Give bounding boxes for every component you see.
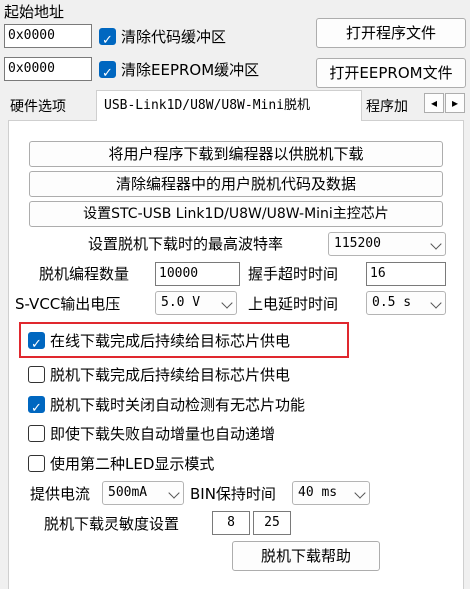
scroll-right-icon: ▸ — [451, 96, 459, 110]
tab-scroll-right-button[interactable]: ▸ — [445, 93, 465, 113]
svcc-voltage-value: 5.0 V — [161, 295, 201, 310]
checkbox-label: 使用第二种LED显示模式 — [50, 454, 215, 473]
checkbox-unchecked-icon — [28, 455, 45, 472]
checkbox-checked-icon — [99, 61, 116, 78]
sensitivity-input-1[interactable]: 8 — [212, 511, 250, 535]
set-master-chip-button[interactable]: 设置STC-USB Link1D/U8W/U8W-Mini主控芯片 — [29, 201, 443, 227]
power-on-delay-label: 上电延时时间 — [248, 295, 339, 313]
power-on-delay-select[interactable]: 0.5 s — [366, 291, 446, 315]
chevron-down-icon — [430, 297, 442, 309]
svcc-voltage-select[interactable]: 5.0 V — [155, 291, 237, 315]
checkbox-label: 即使下载失败自动增量也自动递增 — [50, 424, 276, 443]
clear-code-buffer-label: 清除代码缓冲区 — [121, 27, 227, 46]
tab-hardware-options[interactable]: 硬件选项 — [10, 96, 66, 118]
clear-code-buffer-checkbox[interactable]: 清除代码缓冲区 — [99, 26, 226, 47]
checkbox-checked-icon — [28, 332, 45, 349]
second-led-mode-checkbox[interactable]: 使用第二种LED显示模式 — [28, 453, 214, 474]
program-count-label: 脱机编程数量 — [39, 265, 130, 283]
tab-program-add[interactable]: 程序加 — [366, 96, 420, 118]
offline-download-help-button[interactable]: 脱机下载帮助 — [232, 541, 380, 571]
sensitivity-input-2[interactable]: 25 — [253, 511, 291, 535]
disable-auto-detect-chip-checkbox[interactable]: 脱机下载时关闭自动检测有无芯片功能 — [28, 394, 305, 415]
open-eeprom-file-button[interactable]: 打开EEPROM文件 — [316, 58, 466, 88]
scroll-left-icon: ◂ — [430, 96, 438, 110]
handshake-timeout-label: 握手超时时间 — [248, 265, 339, 283]
checkbox-checked-icon — [99, 28, 116, 45]
power-on-delay-value: 0.5 s — [372, 295, 412, 310]
bin-hold-time-value: 40 ms — [298, 485, 338, 500]
bin-hold-time-select[interactable]: 40 ms — [292, 481, 370, 505]
tab-panel-top-cover — [97, 119, 361, 121]
svcc-voltage-label: S-VCC输出电压 — [15, 295, 121, 313]
sensitivity-label: 脱机下载灵敏度设置 — [44, 515, 180, 533]
supply-current-value: 500mA — [108, 485, 148, 500]
clear-eeprom-buffer-checkbox[interactable]: 清除EEPROM缓冲区 — [99, 59, 259, 80]
chevron-down-icon — [354, 487, 366, 499]
checkbox-checked-icon — [28, 396, 45, 413]
keep-power-after-online-download-checkbox[interactable]: 在线下载完成后持续给目标芯片供电 — [28, 330, 290, 351]
start-address-label: 起始地址 — [4, 3, 65, 21]
checkbox-label: 脱机下载时关闭自动检测有无芯片功能 — [50, 395, 306, 414]
chevron-down-icon — [430, 238, 442, 250]
download-user-program-button[interactable]: 将用户程序下载到编程器以供脱机下载 — [29, 141, 443, 167]
checkbox-unchecked-icon — [28, 425, 45, 442]
auto-increment-on-fail-checkbox[interactable]: 即使下载失败自动增量也自动递增 — [28, 423, 275, 444]
open-program-file-button[interactable]: 打开程序文件 — [316, 18, 466, 48]
chevron-down-icon — [168, 487, 180, 499]
handshake-timeout-input[interactable]: 16 — [366, 262, 446, 286]
program-count-input[interactable]: 10000 — [155, 262, 240, 286]
clear-eeprom-buffer-label: 清除EEPROM缓冲区 — [121, 60, 260, 79]
keep-power-after-offline-download-checkbox[interactable]: 脱机下载完成后持续给目标芯片供电 — [28, 364, 290, 385]
eeprom-address-input[interactable]: 0x0000 — [4, 57, 92, 81]
max-baud-select[interactable]: 115200 — [328, 232, 446, 256]
bin-hold-time-label: BIN保持时间 — [190, 485, 276, 503]
clear-offline-code-button[interactable]: 清除编程器中的用户脱机代码及数据 — [29, 171, 443, 197]
supply-current-label: 提供电流 — [30, 485, 91, 503]
tab-usb-link-offline[interactable]: USB-Link1D/U8W/U8W-Mini脱机 — [104, 95, 310, 117]
chevron-down-icon — [221, 297, 233, 309]
max-baud-value: 115200 — [334, 236, 381, 251]
max-baud-label: 设置脱机下载时的最高波特率 — [88, 235, 284, 253]
checkbox-label: 在线下载完成后持续给目标芯片供电 — [50, 331, 291, 350]
tab-scroll-left-button[interactable]: ◂ — [424, 93, 444, 113]
supply-current-select[interactable]: 500mA — [102, 481, 184, 505]
checkbox-unchecked-icon — [28, 366, 45, 383]
checkbox-label: 脱机下载完成后持续给目标芯片供电 — [50, 365, 291, 384]
code-address-input[interactable]: 0x0000 — [4, 24, 92, 48]
